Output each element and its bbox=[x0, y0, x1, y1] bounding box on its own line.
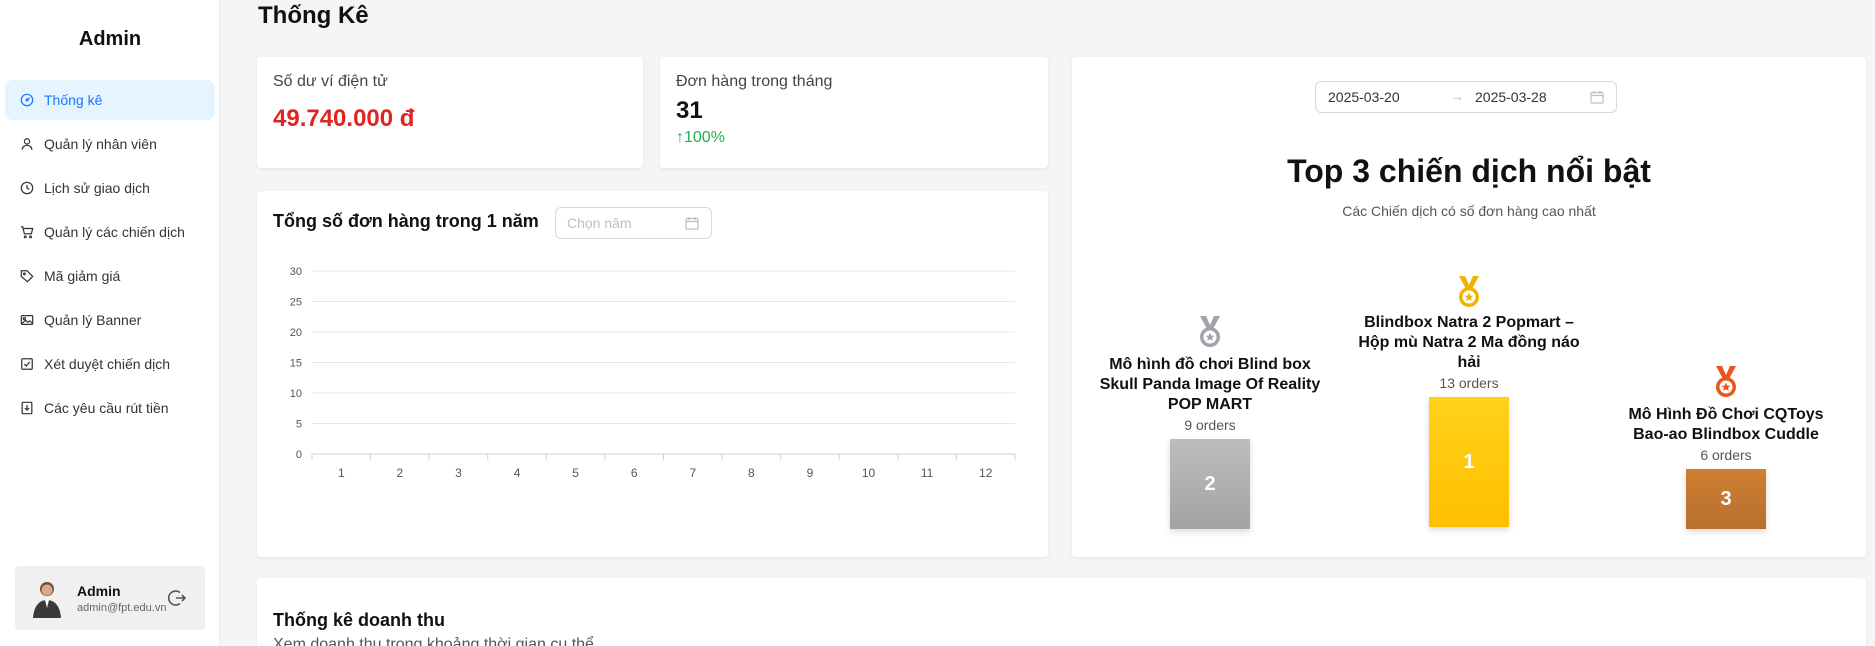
podium-first-block: 1 bbox=[1429, 397, 1509, 527]
sidebar-item-chien-dich[interactable]: Quản lý các chiến dịch bbox=[5, 212, 215, 252]
user-icon bbox=[20, 137, 34, 151]
date-range-arrow: → bbox=[1450, 88, 1464, 104]
x-tick-label: 3 bbox=[455, 466, 462, 480]
sidebar-item-thong-ke[interactable]: Thống kê bbox=[5, 80, 215, 120]
sidebar-item-label: Quản lý nhân viên bbox=[44, 136, 157, 152]
calendar-icon bbox=[1590, 91, 1604, 104]
podium-first[interactable]: Blindbox Natra 2 Popmart – Hộp mù Natra … bbox=[1354, 275, 1584, 527]
sidebar-item-rut-tien[interactable]: Các yêu cầu rút tiền bbox=[5, 388, 215, 428]
y-tick-label: 15 bbox=[290, 358, 302, 370]
x-tick-label: 5 bbox=[572, 466, 579, 480]
history-icon bbox=[20, 181, 34, 195]
x-tick-label: 9 bbox=[807, 466, 814, 480]
podium-second-block: 2 bbox=[1170, 439, 1250, 529]
x-tick-label: 8 bbox=[748, 466, 755, 480]
date-range-start[interactable]: 2025-03-20 bbox=[1328, 89, 1400, 105]
date-range-end[interactable]: 2025-03-28 bbox=[1475, 89, 1547, 105]
cart-icon bbox=[20, 225, 34, 239]
gold-medal-icon bbox=[1459, 276, 1479, 307]
revenue-subtitle: Xem doanh thu trong khoảng thời gian cụ … bbox=[273, 636, 594, 646]
user-name: Admin bbox=[77, 582, 121, 599]
podium-third-name: Mô Hình Đồ Chơi CQToys Bao-ao Blindbox C… bbox=[1628, 406, 1824, 443]
podium-first-name: Blindbox Natra 2 Popmart – Hộp mù Natra … bbox=[1358, 314, 1580, 371]
sidebar-item-label: Các yêu cầu rút tiền bbox=[44, 400, 169, 416]
top-campaigns-card: 2025-03-20 → 2025-03-28 Top 3 chiến dịch… bbox=[1072, 57, 1866, 557]
y-tick-label: 10 bbox=[290, 388, 302, 400]
sidebar-item-xet-duyet[interactable]: Xét duyệt chiến dịch bbox=[5, 344, 215, 384]
x-tick-label: 2 bbox=[397, 466, 404, 480]
monthly-orders-delta: ↑100% bbox=[676, 129, 725, 146]
tag-icon bbox=[20, 269, 34, 283]
sidebar-item-label: Quản lý Banner bbox=[44, 312, 142, 328]
x-tick-label: 7 bbox=[689, 466, 696, 480]
podium-second[interactable]: Mô hình đồ chơi Blind box Skull Panda Im… bbox=[1095, 315, 1325, 529]
sidebar-item-banner[interactable]: Quản lý Banner bbox=[5, 300, 215, 340]
silver-medal-icon bbox=[1200, 316, 1220, 347]
sidebar-item-label: Xét duyệt chiến dịch bbox=[44, 356, 171, 372]
sidebar-item-ma-giam-gia[interactable]: Mã giảm giá bbox=[5, 256, 215, 296]
x-tick-label: 12 bbox=[979, 466, 993, 480]
y-tick-label: 30 bbox=[290, 266, 302, 278]
dashboard-icon bbox=[20, 93, 34, 107]
podium-second-orders: 9 orders bbox=[1184, 417, 1236, 433]
image-icon bbox=[20, 313, 34, 327]
x-tick-label: 1 bbox=[338, 466, 345, 480]
y-tick-label: 20 bbox=[290, 327, 302, 339]
user-email: admin@fpt.edu.vn bbox=[77, 601, 167, 614]
wallet-balance-card: Số dư ví điện tử 49.740.000 đ bbox=[257, 57, 643, 168]
wallet-value: 49.740.000 đ bbox=[273, 105, 415, 132]
sidebar-menu: Thống kê Quản lý nhân viên Lịch sử giao … bbox=[5, 80, 215, 432]
orders-line-chart: 0510152025301 2 3 4 5 6 7 8 9 10 11 12 bbox=[290, 266, 1016, 480]
withdraw-icon bbox=[20, 401, 34, 415]
year-picker[interactable]: Chọn năm bbox=[555, 207, 712, 239]
chart-title: Tổng số đơn hàng trong 1 năm bbox=[273, 211, 539, 231]
podium-third-orders: 6 orders bbox=[1700, 447, 1752, 463]
y-tick-label: 5 bbox=[296, 419, 302, 431]
sidebar-item-label: Thống kê bbox=[44, 92, 103, 108]
top-campaigns-title: Top 3 chiến dịch nổi bật bbox=[1287, 153, 1651, 189]
podium-first-orders: 13 orders bbox=[1439, 375, 1499, 391]
user-card: Admin admin@fpt.edu.vn bbox=[15, 566, 205, 630]
check-square-icon bbox=[20, 357, 34, 371]
x-tick-label: 10 bbox=[862, 466, 876, 480]
sidebar-brand: Admin bbox=[78, 28, 142, 50]
page-title: Thống Kê bbox=[258, 2, 369, 29]
year-picker-placeholder: Chọn năm bbox=[567, 215, 632, 231]
sidebar-item-label: Lịch sử giao dịch bbox=[44, 180, 150, 196]
sidebar-item-label: Mã giảm giá bbox=[44, 268, 121, 284]
sidebar-item-giao-dich[interactable]: Lịch sử giao dịch bbox=[5, 168, 215, 208]
revenue-card: Thống kê doanh thu Xem doanh thu trong k… bbox=[257, 578, 1866, 646]
sidebar-item-label: Quản lý các chiến dịch bbox=[44, 224, 185, 240]
podium-third[interactable]: Mô Hình Đồ Chơi CQToys Bao-ao Blindbox C… bbox=[1611, 365, 1841, 529]
bronze-medal-icon bbox=[1716, 366, 1736, 397]
top-campaigns-subtitle: Các Chiến dịch có số đơn hàng cao nhất bbox=[1342, 203, 1596, 219]
sidebar: Admin Thống kê Quản lý nhân viên Lịch sử… bbox=[0, 0, 220, 646]
monthly-orders-label: Đơn hàng trong tháng bbox=[676, 73, 833, 90]
x-tick-label: 11 bbox=[921, 466, 934, 480]
revenue-title: Thống kê doanh thu bbox=[273, 610, 445, 630]
podium-third-block: 3 bbox=[1686, 469, 1766, 529]
y-tick-label: 25 bbox=[290, 297, 302, 309]
y-tick-label: 0 bbox=[296, 449, 302, 461]
monthly-orders-card: Đơn hàng trong tháng 31 ↑100% bbox=[660, 57, 1048, 168]
monthly-orders-value: 31 bbox=[676, 97, 703, 124]
podium-second-name: Mô hình đồ chơi Blind box Skull Panda Im… bbox=[1099, 356, 1321, 413]
logout-icon[interactable] bbox=[167, 588, 187, 608]
avatar bbox=[33, 582, 61, 618]
x-tick-label: 4 bbox=[514, 466, 521, 480]
calendar-icon bbox=[685, 217, 699, 230]
wallet-label: Số dư ví điện tử bbox=[273, 73, 388, 90]
sidebar-item-nhan-vien[interactable]: Quản lý nhân viên bbox=[5, 124, 215, 164]
date-range-picker[interactable]: 2025-03-20 → 2025-03-28 bbox=[1315, 81, 1617, 113]
yearly-orders-card: Tổng số đơn hàng trong 1 năm Chọn năm 0 5… bbox=[257, 191, 1048, 557]
x-tick-label: 6 bbox=[631, 466, 638, 480]
